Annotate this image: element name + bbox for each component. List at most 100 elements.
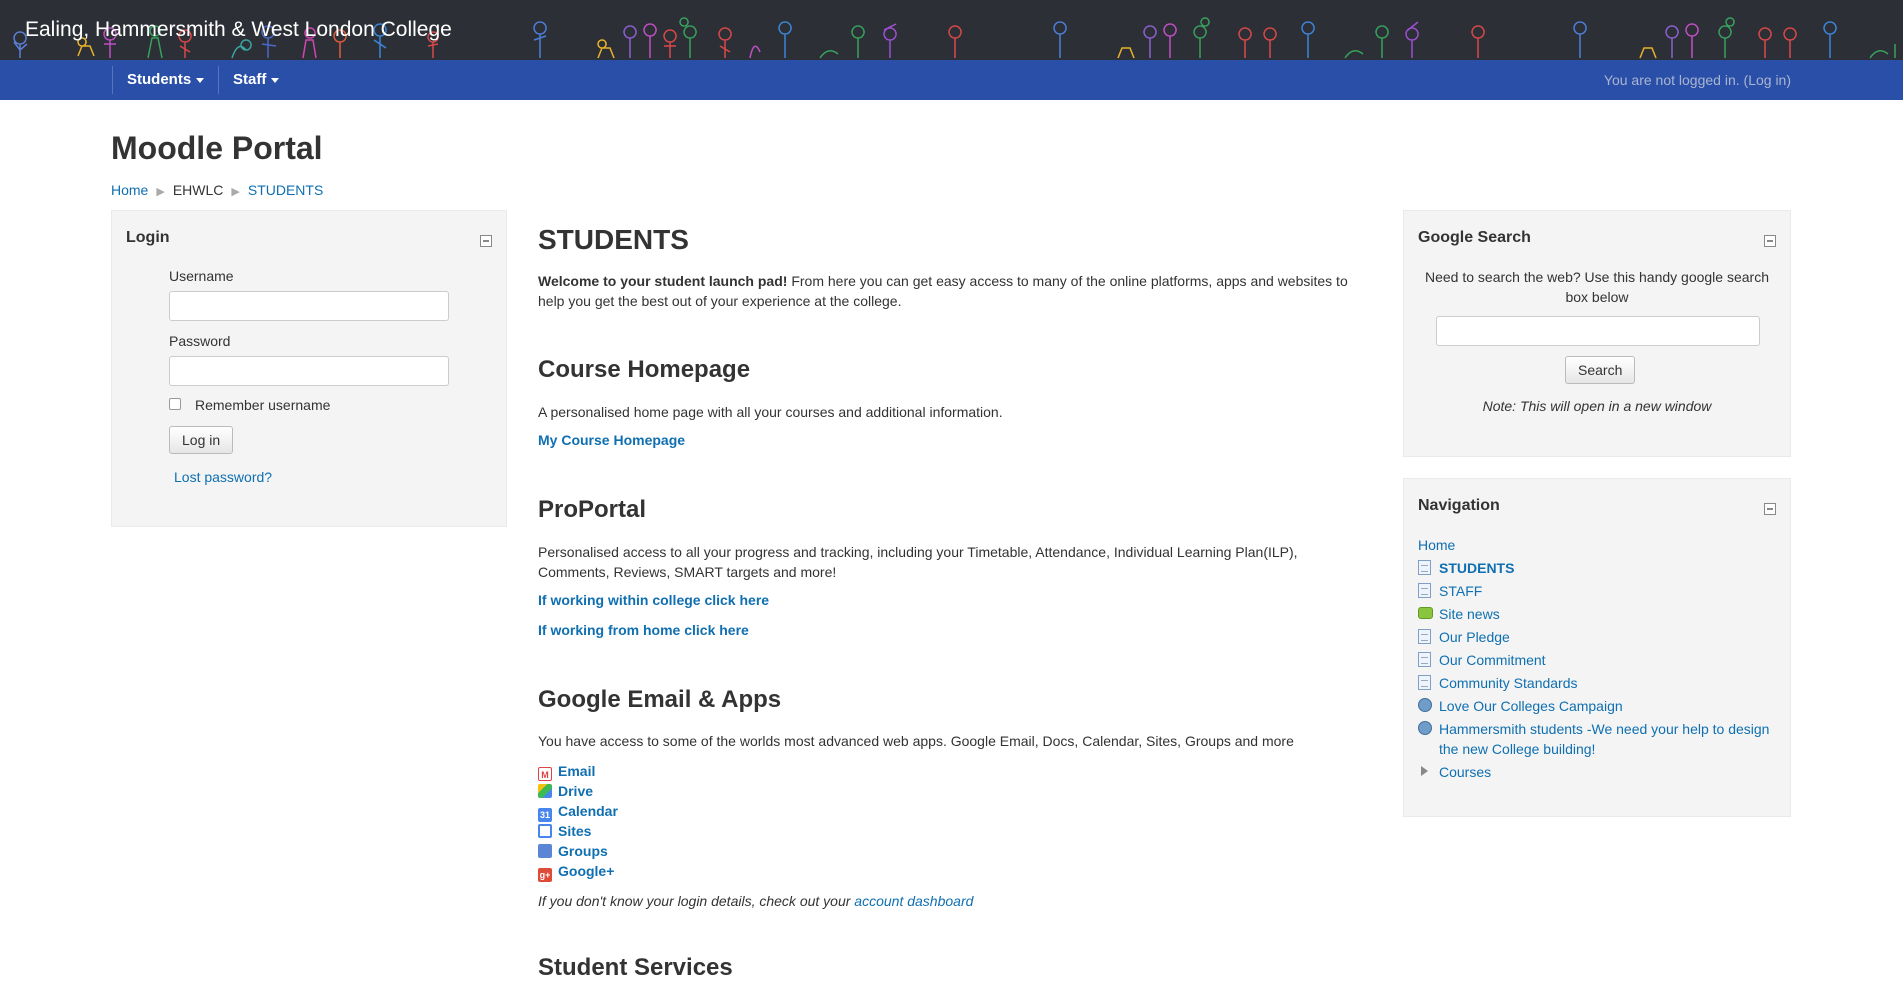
nav-item-label[interactable]: Courses: [1439, 764, 1491, 780]
groups-link[interactable]: Groups: [558, 843, 608, 859]
account-dashboard-link[interactable]: account dashboard: [854, 893, 973, 909]
site-header: Ealing, Hammersmith & West London Colleg…: [0, 0, 1903, 60]
google-search-input[interactable]: [1436, 316, 1760, 346]
page-title: Moodle Portal: [111, 130, 323, 166]
nav-item-hammersmith-students[interactable]: Hammersmith students -We need your help …: [1418, 719, 1778, 759]
main-heading: STUDENTS: [538, 224, 689, 255]
intro-text: Welcome to your student launch pad! From…: [538, 271, 1358, 311]
login-status: You are not logged in. (Log in): [1604, 60, 1791, 100]
breadcrumb-separator-icon: ▶: [231, 186, 240, 198]
nav-item-label[interactable]: STUDENTS: [1439, 560, 1514, 576]
my-course-homepage-link[interactable]: My Course Homepage: [538, 432, 685, 448]
drive-link[interactable]: Drive: [558, 783, 593, 799]
drive-icon: [538, 784, 552, 798]
forum-icon: [1418, 607, 1433, 619]
expand-arrow-icon[interactable]: [1421, 766, 1428, 776]
proportal-college-link[interactable]: If working within college click here: [538, 592, 769, 608]
google-search-desc: Need to search the web? Use this handy g…: [1425, 269, 1769, 305]
breadcrumb-home[interactable]: Home: [111, 182, 148, 198]
google-plus-icon: g+: [538, 868, 552, 882]
main-navbar: Students Staff You are not logged in. (L…: [0, 60, 1903, 100]
email-link[interactable]: Email: [558, 763, 595, 779]
collapse-block-icon[interactable]: [1764, 503, 1776, 515]
page-icon: [1418, 560, 1431, 575]
calendar-link[interactable]: Calendar: [558, 803, 618, 819]
remember-username-checkbox[interactable]: [169, 398, 181, 410]
navigation-block: Navigation Home STUDENTS STAFF Site news…: [1403, 478, 1791, 817]
proportal-desc: Personalised access to all your progress…: [538, 544, 1298, 580]
remember-username-label: Remember username: [195, 397, 331, 413]
page-icon: [1418, 583, 1431, 598]
navigation-title: Navigation: [1418, 497, 1500, 514]
nav-item-label[interactable]: Love Our Colleges Campaign: [1439, 698, 1623, 714]
nav-divider: [112, 66, 113, 94]
nav-staff-dropdown[interactable]: Staff: [233, 60, 280, 100]
username-input[interactable]: [169, 291, 449, 321]
student-services-heading: Student Services: [538, 954, 733, 981]
header-login-link[interactable]: (Log in): [1744, 72, 1791, 88]
list-item: 31 Calendar: [538, 801, 618, 822]
username-label: Username: [169, 268, 234, 284]
nav-item-label[interactable]: Our Commitment: [1439, 652, 1546, 668]
nav-staff-label: Staff: [233, 71, 267, 88]
google-apps-list: M Email Drive 31 Calendar Sites Groups g+ G…: [538, 761, 618, 882]
nav-item-love-our-colleges[interactable]: Love Our Colleges Campaign: [1418, 696, 1778, 716]
nav-item-label[interactable]: Community Standards: [1439, 675, 1578, 691]
nav-item-label[interactable]: Site news: [1439, 606, 1500, 622]
nav-item-site-news[interactable]: Site news: [1418, 604, 1778, 624]
google-search-button[interactable]: Search: [1565, 356, 1636, 384]
list-item: Groups: [538, 841, 618, 861]
collapse-block-icon[interactable]: [480, 235, 492, 247]
nav-home-link[interactable]: Home: [1418, 537, 1455, 553]
google-search-title: Google Search: [1418, 229, 1531, 246]
nav-item-label[interactable]: Our Pledge: [1439, 629, 1510, 645]
proportal-heading: ProPortal: [538, 496, 647, 523]
lost-password-link[interactable]: Lost password?: [174, 469, 272, 485]
login-block: Login Username Password Remember usernam…: [111, 210, 507, 527]
nav-item-label[interactable]: STAFF: [1439, 583, 1482, 599]
nav-item-community-standards[interactable]: Community Standards: [1418, 673, 1778, 693]
nav-item-our-pledge[interactable]: Our Pledge: [1418, 627, 1778, 647]
nav-divider: [218, 66, 219, 94]
password-input[interactable]: [169, 356, 449, 386]
nav-students-label: Students: [127, 71, 192, 88]
password-label: Password: [169, 333, 231, 349]
google-search-note: Note: This will open in a new window: [1482, 398, 1712, 414]
site-title[interactable]: Ealing, Hammersmith & West London Colleg…: [25, 18, 452, 42]
breadcrumb-ehwlc: EHWLC: [172, 182, 224, 198]
sites-icon: [538, 824, 552, 838]
account-note: If you don't know your login details, ch…: [538, 891, 973, 911]
proportal-home-link[interactable]: If working from home click here: [538, 622, 749, 638]
gmail-icon: M: [538, 767, 552, 781]
google-plus-link[interactable]: Google+: [558, 863, 614, 879]
page-icon: [1418, 675, 1431, 690]
account-note-text: If you don't know your login details, ch…: [538, 893, 855, 909]
url-icon: [1418, 698, 1432, 712]
nav-item-label[interactable]: Hammersmith students -We need your help …: [1439, 721, 1769, 757]
sites-link[interactable]: Sites: [558, 823, 591, 839]
page-icon: [1418, 652, 1431, 667]
collapse-block-icon[interactable]: [1764, 235, 1776, 247]
caret-down-icon: [271, 77, 280, 83]
nav-item-staff[interactable]: STAFF: [1418, 581, 1778, 601]
course-homepage-desc: A personalised home page with all your c…: [538, 404, 1003, 420]
page-icon: [1418, 629, 1431, 644]
login-status-text: You are not logged in.: [1603, 72, 1740, 88]
nav-item-students[interactable]: STUDENTS: [1418, 558, 1778, 578]
intro-bold: Welcome to your student launch pad!: [538, 273, 788, 289]
course-homepage-heading: Course Homepage: [538, 356, 751, 383]
list-item: g+ Google+: [538, 861, 618, 882]
list-item: M Email: [538, 761, 618, 781]
breadcrumb-students[interactable]: STUDENTS: [248, 182, 323, 198]
nav-item-our-commitment[interactable]: Our Commitment: [1418, 650, 1778, 670]
login-block-title: Login: [126, 229, 170, 246]
url-icon: [1418, 721, 1432, 735]
navigation-list: STUDENTS STAFF Site news Our Pledge Our …: [1418, 558, 1778, 785]
list-item: Drive: [538, 781, 618, 801]
list-item: Sites: [538, 821, 618, 841]
login-button[interactable]: Log in: [169, 426, 234, 454]
nav-item-courses[interactable]: Courses: [1418, 762, 1778, 782]
google-apps-desc: You have access to some of the worlds mo…: [538, 733, 1294, 749]
caret-down-icon: [196, 77, 205, 83]
nav-students-dropdown[interactable]: Students: [127, 60, 205, 100]
